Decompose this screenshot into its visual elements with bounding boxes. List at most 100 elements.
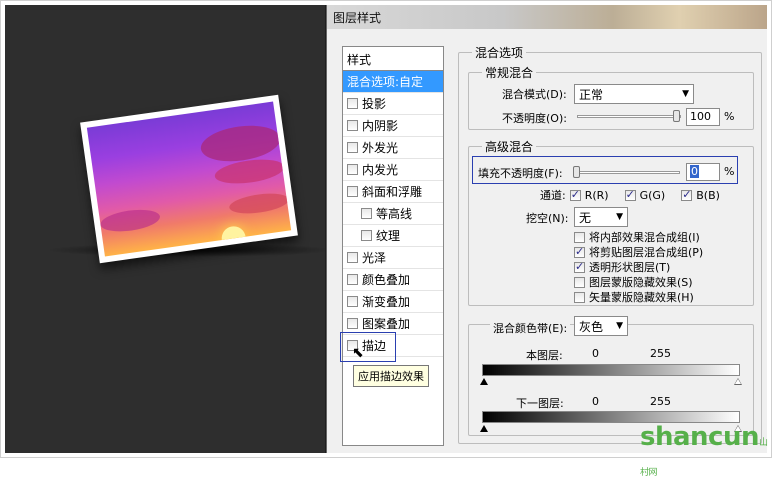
- style-item-label: 光泽: [362, 251, 387, 265]
- blend-mode-select[interactable]: 正常 ▼: [574, 84, 694, 104]
- style-item-label: 等高线: [376, 207, 413, 221]
- style-item-label: 外发光: [362, 141, 399, 155]
- general-blending-title: 常规混合: [482, 64, 537, 81]
- color-overlay-checkbox[interactable]: [347, 274, 358, 285]
- style-item-label: 渐变叠加: [362, 295, 411, 309]
- chevron-down-icon: ▼: [682, 89, 689, 99]
- style-item-label: 混合选项:自定: [347, 75, 424, 89]
- advanced-blending-title: 高级混合: [482, 138, 537, 155]
- option-label: 将剪贴图层混合成组(P): [589, 246, 704, 259]
- stroke-highlight-box: [340, 332, 396, 362]
- styles-header: 样式: [343, 47, 443, 71]
- option-row[interactable]: 矢量蒙版隐藏效果(H): [574, 289, 694, 305]
- blend-if-label: 混合颜色带(E):: [493, 322, 568, 335]
- knockout-value: 无: [579, 210, 592, 225]
- option-label: 将内部效果混合成组(I): [589, 231, 700, 244]
- chevron-down-icon: ▼: [616, 321, 623, 331]
- layer-mask-hides-checkbox[interactable]: [574, 276, 585, 288]
- option-label: 图层蒙版隐藏效果(S): [589, 276, 693, 289]
- blend-clipped-checkbox[interactable]: [574, 245, 585, 258]
- this-layer-white-slider[interactable]: [735, 379, 741, 384]
- channel-r-label: R(R): [584, 188, 609, 202]
- pattern-overlay-checkbox[interactable]: [347, 318, 358, 329]
- contour-checkbox[interactable]: [361, 208, 372, 219]
- sun-glow: [220, 224, 246, 241]
- fill-opacity-slider-thumb[interactable]: [573, 166, 580, 178]
- blend-if-select[interactable]: 灰色 ▼: [574, 316, 628, 336]
- inner-shadow-checkbox[interactable]: [347, 120, 358, 131]
- fill-opacity-label: 填充不透明度(F):: [478, 167, 563, 180]
- blend-mode-value: 正常: [579, 87, 604, 102]
- bevel-emboss-checkbox[interactable]: [347, 186, 358, 197]
- opacity-input[interactable]: 100: [686, 108, 720, 126]
- style-item-contour[interactable]: 等高线: [343, 203, 443, 225]
- style-item-outer-glow[interactable]: 外发光: [343, 137, 443, 159]
- this-layer-label: 本图层:: [526, 349, 563, 362]
- opacity-unit: %: [724, 110, 735, 123]
- option-row[interactable]: 图层蒙版隐藏效果(S): [574, 274, 693, 290]
- opacity-slider-thumb[interactable]: [673, 110, 680, 122]
- option-row[interactable]: 将内部效果混合成组(I): [574, 229, 700, 245]
- outer-glow-checkbox[interactable]: [347, 142, 358, 153]
- blend-interior-checkbox[interactable]: [574, 231, 585, 243]
- style-item-label: 内发光: [362, 163, 399, 177]
- style-item-label: 纹理: [376, 229, 401, 243]
- this-layer-black-slider[interactable]: [480, 378, 488, 385]
- gradient-overlay-checkbox[interactable]: [347, 296, 358, 307]
- fill-opacity-row: 填充不透明度(F):: [478, 165, 563, 181]
- channel-g-label: G(G): [639, 188, 666, 202]
- this-layer-high: 255: [650, 347, 671, 360]
- channel-r-checkbox[interactable]: [569, 188, 581, 201]
- channels-label: 通道:: [540, 189, 566, 202]
- under-layer-high: 255: [650, 395, 671, 408]
- style-item-drop-shadow[interactable]: 投影: [343, 93, 443, 115]
- style-item-texture[interactable]: 纹理: [343, 225, 443, 247]
- style-item-label: 颜色叠加: [362, 273, 411, 287]
- knockout-select[interactable]: 无 ▼: [574, 207, 628, 227]
- style-item-gradient-overlay[interactable]: 渐变叠加: [343, 291, 443, 313]
- under-layer-black-slider[interactable]: [480, 425, 488, 432]
- blend-mode-row: 混合模式(D):: [502, 86, 567, 102]
- document-canvas: [5, 5, 325, 453]
- inner-glow-checkbox[interactable]: [347, 164, 358, 175]
- transparency-shapes-checkbox[interactable]: [574, 260, 585, 273]
- channel-b-checkbox[interactable]: [681, 188, 693, 201]
- blending-options-title: 混合选项: [472, 44, 527, 61]
- style-item-color-overlay[interactable]: 颜色叠加: [343, 269, 443, 291]
- option-row[interactable]: 透明形状图层(T): [574, 259, 670, 275]
- style-item-label: 图案叠加: [362, 317, 411, 331]
- channel-g-checkbox[interactable]: [624, 188, 636, 201]
- satin-checkbox[interactable]: [347, 252, 358, 263]
- option-label: 矢量蒙版隐藏效果(H): [589, 291, 694, 304]
- stroke-tooltip: 应用描边效果: [353, 365, 429, 387]
- watermark-text: shancun: [640, 422, 759, 452]
- vector-mask-hides-checkbox[interactable]: [574, 291, 585, 303]
- style-item-label: 投影: [362, 97, 387, 111]
- channels-row: 通道: R(R) G(G) B(B): [540, 187, 720, 203]
- style-item-bevel-emboss[interactable]: 斜面和浮雕: [343, 181, 443, 203]
- style-item-label: 内阴影: [362, 119, 399, 133]
- blend-mode-label: 混合模式(D):: [502, 88, 567, 101]
- chevron-down-icon: ▼: [616, 212, 623, 222]
- opacity-label: 不透明度(O):: [502, 112, 567, 125]
- sunset-photo: [86, 101, 292, 257]
- style-item-inner-shadow[interactable]: 内阴影: [343, 115, 443, 137]
- dialog-title: 图层样式: [327, 5, 767, 29]
- style-item-label: 斜面和浮雕: [362, 185, 423, 199]
- opacity-slider-track[interactable]: [577, 115, 681, 118]
- fill-opacity-input[interactable]: 0: [686, 163, 720, 181]
- style-item-blending-options[interactable]: 混合选项:自定: [343, 71, 443, 93]
- fill-opacity-slider-track[interactable]: [576, 171, 680, 174]
- texture-checkbox[interactable]: [361, 230, 372, 241]
- fill-opacity-value: 0: [690, 165, 699, 178]
- style-item-inner-glow[interactable]: 内发光: [343, 159, 443, 181]
- drop-shadow-checkbox[interactable]: [347, 98, 358, 109]
- photo-frame: [80, 94, 298, 264]
- opacity-row: 不透明度(O):: [502, 110, 567, 126]
- style-item-satin[interactable]: 光泽: [343, 247, 443, 269]
- option-row[interactable]: 将剪贴图层混合成组(P): [574, 244, 703, 260]
- shancun-watermark: shancun山村网: [640, 422, 772, 482]
- this-layer-gradient: [482, 364, 740, 376]
- this-layer-low: 0: [592, 347, 599, 360]
- mouse-cursor-icon: ⬉: [352, 345, 364, 361]
